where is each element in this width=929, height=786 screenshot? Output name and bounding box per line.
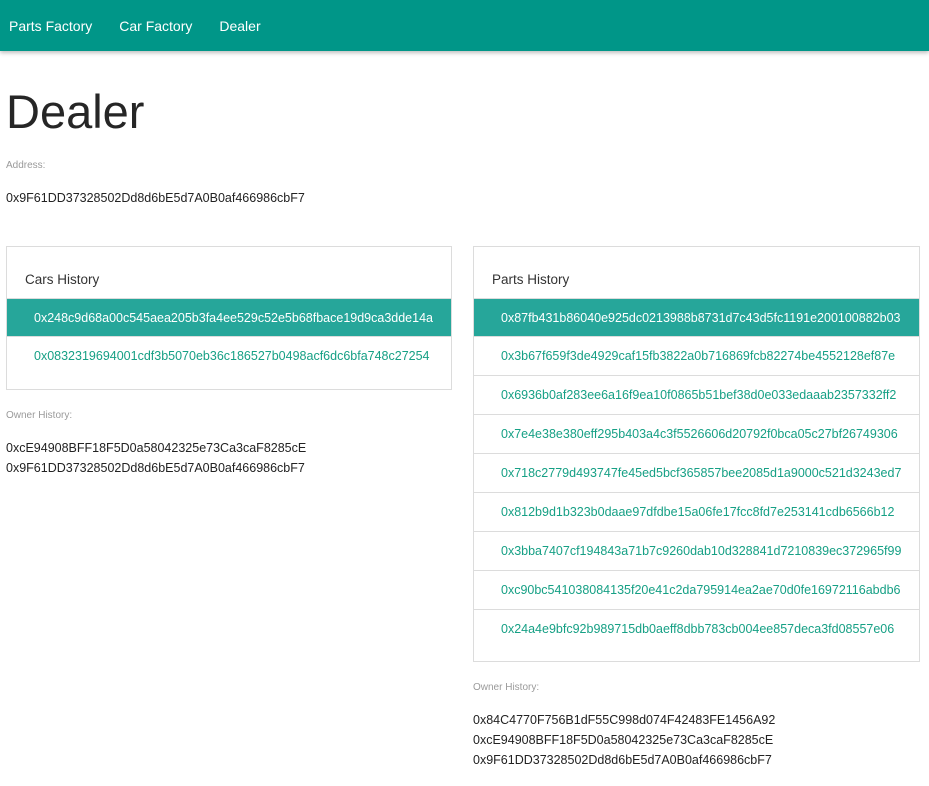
parts-list-item[interactable]: 0x3b67f659f3de4929caf15fb3822a0b716869fc… — [474, 337, 919, 376]
nav-dealer[interactable]: Dealer — [219, 18, 260, 34]
nav-car-factory[interactable]: Car Factory — [119, 18, 192, 34]
parts-owner-entry: 0x9F61DD37328502Dd8d6bE5d7A0B0af466986cb… — [473, 753, 772, 767]
parts-owner-entry: 0xcE94908BFF18F5D0a58042325e73Ca3caF8285… — [473, 733, 774, 747]
parts-owner-entry: 0x84C4770F756B1dF55C998d074F42483FE1456A… — [473, 713, 776, 727]
parts-list-item[interactable]: 0x718c2779d493747fe45ed5bcf365857bee2085… — [474, 454, 919, 493]
nav-parts-factory[interactable]: Parts Factory — [9, 18, 92, 34]
parts-list-item[interactable]: 0x6936b0af283ee6a16f9ea10f0865b51bef38d0… — [474, 376, 919, 415]
parts-list-item[interactable]: 0x3bba7407cf194843a71b7c9260dab10d328841… — [474, 532, 919, 571]
parts-history-panel: Parts History 0x87fb431b86040e925dc02139… — [473, 246, 920, 662]
cars-list-item[interactable]: 0x248c9d68a00c545aea205b3fa4ee529c52e5b6… — [7, 299, 451, 337]
address-label: Address: — [6, 160, 46, 171]
cars-list-item[interactable]: 0x0832319694001cdf3b5070eb36c186527b0498… — [7, 337, 451, 376]
cars-history-title: Cars History — [7, 247, 451, 299]
address-value: 0x9F61DD37328502Dd8d6bE5d7A0B0af466986cb… — [6, 191, 305, 205]
parts-history-title: Parts History — [474, 247, 919, 299]
cars-history-panel: Cars History 0x248c9d68a00c545aea205b3fa… — [6, 246, 452, 390]
cars-owner-entry: 0x9F61DD37328502Dd8d6bE5d7A0B0af466986cb… — [6, 461, 305, 475]
parts-list-item[interactable]: 0x87fb431b86040e925dc0213988b8731d7c43d5… — [474, 299, 919, 337]
parts-owner-history-label: Owner History: — [473, 682, 540, 693]
parts-list-item[interactable]: 0xc90bc541038084135f20e41c2da795914ea2ae… — [474, 571, 919, 610]
parts-list-item[interactable]: 0x24a4e9bfc92b989715db0aeff8dbb783cb004e… — [474, 610, 919, 649]
parts-list-item[interactable]: 0x7e4e38e380eff295b403a4c3f5526606d20792… — [474, 415, 919, 454]
parts-list-item[interactable]: 0x812b9d1b323b0daae97dfdbe15a06fe17fcc8f… — [474, 493, 919, 532]
cars-owner-history-label: Owner History: — [6, 410, 73, 421]
cars-owner-entry: 0xcE94908BFF18F5D0a58042325e73Ca3caF8285… — [6, 441, 307, 455]
top-navbar: Parts Factory Car Factory Dealer — [0, 0, 929, 51]
page-title: Dealer — [6, 85, 145, 138]
